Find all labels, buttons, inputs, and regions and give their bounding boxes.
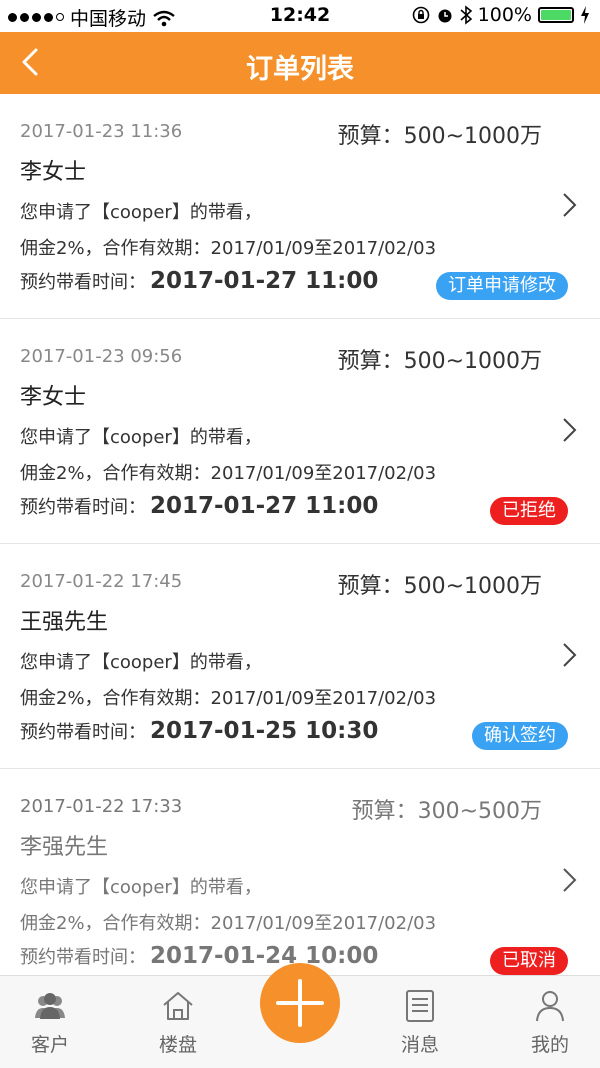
chevron-right-icon[interactable]: [560, 865, 580, 895]
status-badge: 已拒绝: [490, 497, 568, 525]
rotation-lock-icon: [412, 6, 429, 24]
customer-name: 王强先生: [20, 610, 109, 635]
customer-name: 李女士: [20, 385, 87, 410]
charging-icon: [581, 6, 589, 24]
chevron-right-icon[interactable]: [560, 640, 580, 670]
status-bar: 中国移动 12:42 100%: [0, 0, 600, 32]
visit-time: 2017-01-24 10:00: [150, 943, 379, 969]
order-date: 2017-01-22 17:45: [20, 571, 183, 592]
visit-time-label: 预约带看时间：: [20, 947, 146, 968]
order-date: 2017-01-23 09:56: [20, 346, 183, 367]
request-text: 您申请了【cooper】的带看，: [20, 652, 262, 673]
commission-text: 佣金2%，合作有效期：2017/01/09至2017/02/03: [20, 238, 437, 259]
user-icon: [536, 991, 564, 1022]
visit-time: 2017-01-25 10:30: [150, 718, 379, 744]
commission-text: 佣金2%，合作有效期：2017/01/09至2017/02/03: [20, 913, 437, 934]
visit-time-label: 预约带看时间：: [20, 497, 146, 518]
tab-customers[interactable]: 客户: [0, 976, 100, 1068]
order-card[interactable]: 2017-01-22 17:45 预算：500~1000万 王强先生 您申请了【…: [0, 544, 600, 769]
visit-time: 2017-01-27 11:00: [150, 493, 379, 519]
tab-messages[interactable]: 消息: [370, 976, 470, 1068]
order-card[interactable]: 2017-01-23 09:56 预算：500~1000万 李女士 您申请了【c…: [0, 319, 600, 544]
customer-name: 李强先生: [20, 835, 109, 860]
list-icon: [406, 990, 434, 1022]
nav-bar: 订单列表: [0, 32, 600, 94]
status-badge: 订单申请修改: [436, 272, 568, 300]
request-text: 您申请了【cooper】的带看，: [20, 427, 262, 448]
bluetooth-icon: [460, 5, 472, 25]
plus-icon: [276, 979, 324, 1027]
people-icon: [35, 993, 65, 1019]
status-badge: 确认签约: [472, 722, 568, 750]
visit-time-row: 预约带看时间： 2017-01-25 10:30: [20, 718, 378, 744]
add-button[interactable]: [260, 963, 340, 1043]
tab-label: 消息: [400, 1034, 439, 1056]
order-card[interactable]: 2017-01-22 17:33 预算：300~500万 李强先生 您申请了【c…: [0, 769, 600, 975]
visit-time-label: 预约带看时间：: [20, 722, 146, 743]
tab-mine[interactable]: 我的: [500, 976, 600, 1068]
status-badge: 已取消: [490, 947, 568, 975]
visit-time: 2017-01-27 11:00: [150, 268, 379, 294]
visit-time-row: 预约带看时间： 2017-01-24 10:00: [20, 943, 378, 969]
request-text: 您申请了【cooper】的带看，: [20, 202, 262, 223]
home-icon: [163, 992, 193, 1020]
visit-time-label: 预约带看时间：: [20, 272, 146, 293]
customer-name: 李女士: [20, 160, 87, 185]
request-text: 您申请了【cooper】的带看，: [20, 877, 262, 898]
battery-icon: [538, 7, 574, 23]
page-title: 订单列表: [246, 54, 354, 85]
order-date: 2017-01-22 17:33: [20, 796, 183, 817]
tab-label: 楼盘: [158, 1034, 197, 1056]
commission-text: 佣金2%，合作有效期：2017/01/09至2017/02/03: [20, 463, 437, 484]
status-right: 100%: [412, 4, 590, 26]
tab-label: 我的: [530, 1034, 569, 1056]
order-budget: 预算：300~500万: [351, 799, 542, 824]
visit-time-row: 预约带看时间： 2017-01-27 11:00: [20, 268, 378, 294]
chevron-right-icon[interactable]: [560, 415, 580, 445]
order-budget: 预算：500~1000万: [337, 124, 542, 149]
order-card[interactable]: 2017-01-23 11:36 预算：500~1000万 李女士 您申请了【c…: [0, 94, 600, 319]
order-budget: 预算：500~1000万: [337, 349, 542, 374]
alarm-icon: [438, 9, 452, 23]
commission-text: 佣金2%，合作有效期：2017/01/09至2017/02/03: [20, 688, 437, 709]
chevron-right-icon[interactable]: [560, 190, 580, 220]
visit-time-row: 预约带看时间： 2017-01-27 11:00: [20, 493, 378, 519]
order-date: 2017-01-23 11:36: [20, 121, 183, 142]
order-list: 2017-01-23 11:36 预算：500~1000万 李女士 您申请了【c…: [0, 94, 600, 975]
tab-label: 客户: [30, 1034, 69, 1056]
battery-percent: 100%: [477, 4, 532, 26]
tab-properties[interactable]: 楼盘: [128, 976, 228, 1068]
order-budget: 预算：500~1000万: [337, 574, 542, 599]
